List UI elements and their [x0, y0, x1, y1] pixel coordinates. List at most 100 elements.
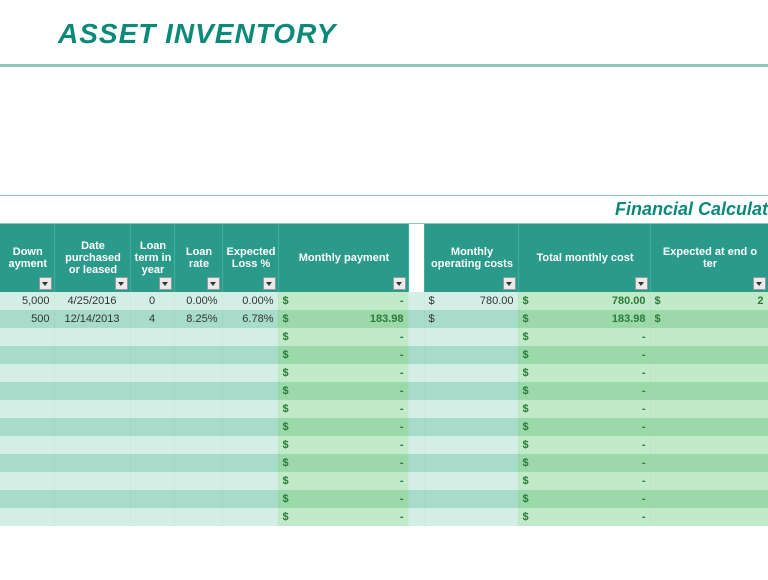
cell[interactable]	[424, 454, 518, 472]
cell[interactable]	[222, 418, 278, 436]
cell[interactable]: $-	[518, 382, 650, 400]
cell[interactable]: $	[424, 310, 518, 328]
col-total-monthly[interactable]: Total monthly cost	[518, 224, 650, 292]
filter-icon[interactable]	[635, 277, 648, 290]
cell[interactable]	[0, 400, 54, 418]
table-row[interactable]: $- $-	[0, 436, 768, 454]
cell[interactable]	[222, 382, 278, 400]
cell[interactable]: $-	[278, 418, 408, 436]
cell[interactable]: $2	[650, 292, 768, 310]
cell[interactable]	[650, 490, 768, 508]
cell[interactable]: 0	[130, 292, 174, 310]
cell[interactable]	[0, 364, 54, 382]
cell[interactable]: $-	[518, 328, 650, 346]
col-down-payment[interactable]: Down ayment	[0, 224, 54, 292]
filter-icon[interactable]	[159, 277, 172, 290]
filter-icon[interactable]	[503, 277, 516, 290]
cell[interactable]	[130, 382, 174, 400]
cell[interactable]	[174, 472, 222, 490]
cell[interactable]	[222, 364, 278, 382]
cell[interactable]	[222, 400, 278, 418]
cell[interactable]	[174, 508, 222, 526]
cell[interactable]	[650, 382, 768, 400]
cell[interactable]	[174, 382, 222, 400]
cell[interactable]	[130, 364, 174, 382]
cell[interactable]: $-	[278, 292, 408, 310]
cell[interactable]	[54, 400, 130, 418]
cell[interactable]	[408, 346, 424, 364]
cell[interactable]: $-	[278, 508, 408, 526]
cell[interactable]: $-	[518, 346, 650, 364]
filter-icon[interactable]	[393, 277, 406, 290]
cell[interactable]: $-	[518, 436, 650, 454]
cell[interactable]	[54, 490, 130, 508]
cell[interactable]	[174, 490, 222, 508]
cell[interactable]	[222, 454, 278, 472]
cell[interactable]	[408, 310, 424, 328]
cell[interactable]	[222, 490, 278, 508]
cell[interactable]	[130, 400, 174, 418]
cell[interactable]: 8.25%	[174, 310, 222, 328]
cell[interactable]	[650, 400, 768, 418]
cell[interactable]	[0, 490, 54, 508]
cell[interactable]	[650, 472, 768, 490]
cell[interactable]	[130, 454, 174, 472]
filter-icon[interactable]	[263, 277, 276, 290]
filter-icon[interactable]	[207, 277, 220, 290]
cell[interactable]: $-	[518, 490, 650, 508]
cell[interactable]	[424, 346, 518, 364]
table-row[interactable]: $-$-	[0, 346, 768, 364]
filter-icon[interactable]	[39, 277, 52, 290]
cell[interactable]	[424, 436, 518, 454]
table-row[interactable]: $-$-	[0, 382, 768, 400]
cell[interactable]: 4/25/2016	[54, 292, 130, 310]
cell[interactable]	[174, 346, 222, 364]
cell[interactable]: $-	[278, 328, 408, 346]
table-row[interactable]: $-$-	[0, 454, 768, 472]
cell[interactable]	[222, 436, 278, 454]
cell[interactable]	[650, 328, 768, 346]
cell[interactable]: $-	[278, 364, 408, 382]
cell[interactable]	[650, 508, 768, 526]
cell[interactable]	[54, 418, 130, 436]
filter-icon[interactable]	[115, 277, 128, 290]
table-row[interactable]: $-$-	[0, 508, 768, 526]
table-row[interactable]: $-$-	[0, 418, 768, 436]
cell[interactable]	[650, 346, 768, 364]
cell[interactable]	[174, 400, 222, 418]
cell[interactable]	[408, 508, 424, 526]
cell[interactable]: $183.98	[518, 310, 650, 328]
cell[interactable]	[424, 508, 518, 526]
cell[interactable]	[650, 418, 768, 436]
col-expected-loss[interactable]: Expected Loss %	[222, 224, 278, 292]
cell[interactable]	[54, 436, 130, 454]
cell[interactable]: $	[650, 310, 768, 328]
cell[interactable]: $-	[278, 472, 408, 490]
col-loan-rate[interactable]: Loan rate	[174, 224, 222, 292]
cell[interactable]	[130, 328, 174, 346]
cell[interactable]: $183.98	[278, 310, 408, 328]
cell[interactable]	[408, 364, 424, 382]
cell[interactable]	[54, 508, 130, 526]
cell[interactable]	[408, 436, 424, 454]
cell[interactable]	[424, 328, 518, 346]
table-row[interactable]: $-$-	[0, 364, 768, 382]
cell[interactable]: 0.00%	[222, 292, 278, 310]
cell[interactable]	[130, 508, 174, 526]
cell[interactable]	[650, 436, 768, 454]
cell[interactable]	[54, 382, 130, 400]
cell[interactable]	[222, 328, 278, 346]
col-expected-end[interactable]: Expected at end o ter	[650, 224, 768, 292]
cell[interactable]: $-	[278, 436, 408, 454]
cell[interactable]: $780.00	[518, 292, 650, 310]
cell[interactable]	[130, 436, 174, 454]
cell[interactable]	[424, 490, 518, 508]
cell[interactable]	[408, 292, 424, 310]
cell[interactable]	[174, 436, 222, 454]
cell[interactable]	[424, 418, 518, 436]
col-loan-term[interactable]: Loan term in year	[130, 224, 174, 292]
table-row[interactable]: $-$-	[0, 472, 768, 490]
cell[interactable]	[408, 418, 424, 436]
cell[interactable]	[54, 328, 130, 346]
table-row[interactable]: $- $-	[0, 328, 768, 346]
